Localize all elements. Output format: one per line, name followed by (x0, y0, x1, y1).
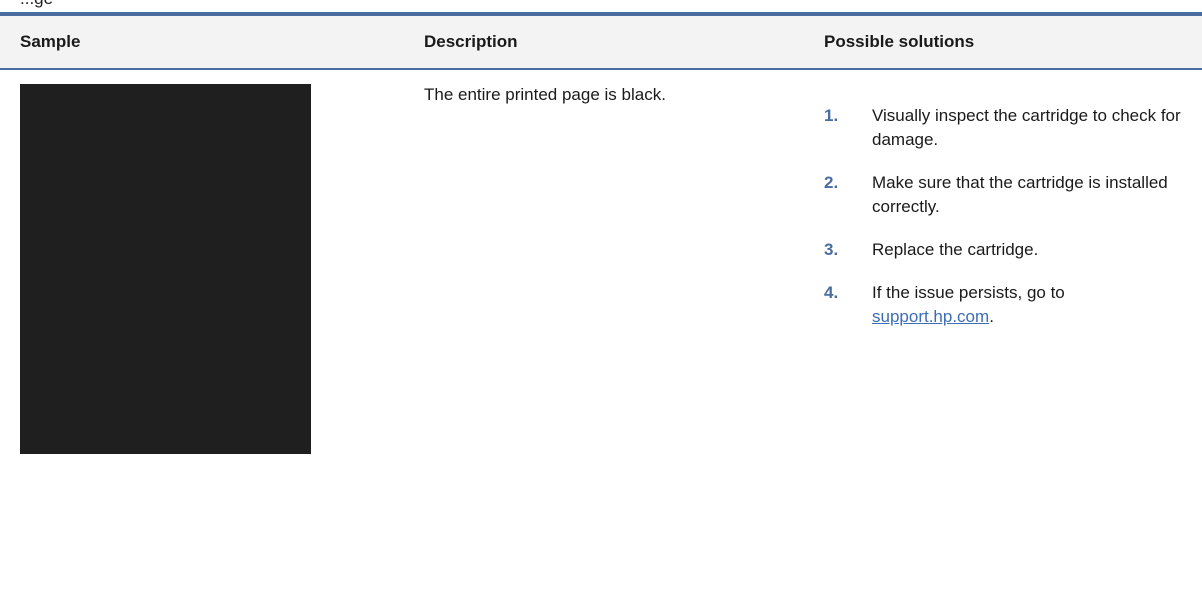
solution-step: 1. Visually inspect the cartridge to che… (824, 104, 1184, 152)
step-number: 4. (824, 283, 839, 302)
solutions-list: 1. Visually inspect the cartridge to che… (824, 104, 1184, 348)
header-solutions: Possible solutions (824, 32, 975, 51)
header-rule (0, 68, 1202, 70)
solution-step: 2. Make sure that the cartridge is insta… (824, 171, 1184, 219)
step-text: Visually inspect the cartridge to check … (872, 106, 1181, 149)
description-text: The entire printed page is black. (424, 85, 666, 104)
step-text-after: . (989, 307, 994, 326)
step-number: 3. (824, 240, 839, 259)
step-text: Make sure that the cartridge is installe… (872, 173, 1168, 216)
step-number: 1. (824, 106, 839, 125)
page-heading-fragment: ...ge (0, 0, 1202, 12)
sample-black-page-image (20, 84, 311, 454)
solution-step: 4. If the issue persists, go to support.… (824, 281, 1184, 329)
page-heading-text: ...ge (20, 0, 53, 9)
step-number: 2. (824, 173, 839, 192)
step-text-before: If the issue persists, go to (872, 283, 1065, 302)
header-description: Description (424, 32, 518, 51)
support-link[interactable]: support.hp.com (872, 307, 989, 326)
header-sample: Sample (20, 32, 81, 51)
table-header: Sample Description Possible solutions (0, 16, 1202, 68)
step-text: Replace the cartridge. (872, 240, 1039, 259)
solution-step: 3. Replace the cartridge. (824, 238, 1184, 262)
